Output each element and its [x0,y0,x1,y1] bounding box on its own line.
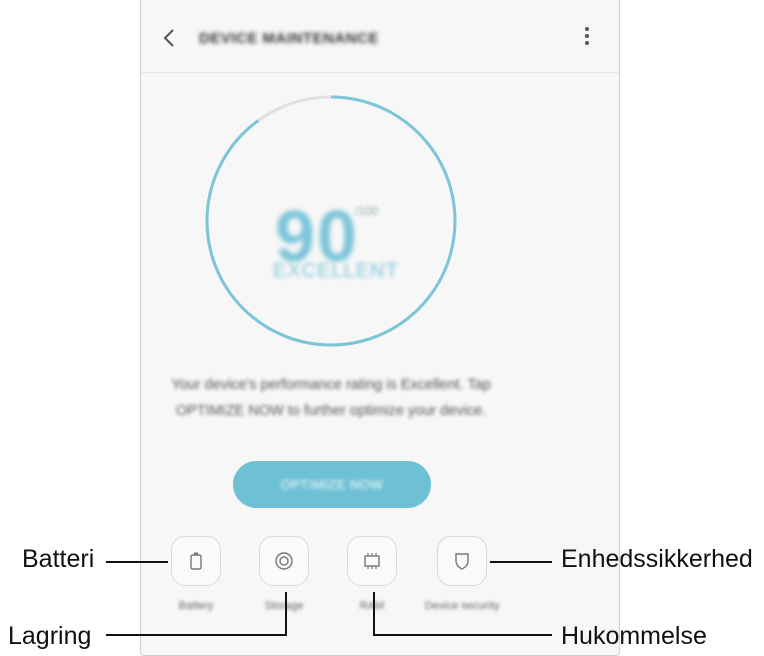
battery-label: Battery [178,600,214,612]
memory-callout-leader [373,592,375,636]
chevron-left-icon [163,29,174,47]
battery-callout-line [106,561,168,563]
storage-icon [275,552,293,570]
page-title: DEVICE MAINTENANCE [199,30,379,47]
battery-icon [190,552,202,570]
more-vert-icon [585,27,589,31]
battery-button[interactable] [171,536,221,586]
memory-callout: Hukommelse [561,622,707,650]
storage-callout-leader [285,592,287,636]
back-button[interactable] [163,28,179,48]
optimize-now-label: OPTIMIZE NOW [280,477,384,492]
battery-callout: Batteri [22,545,95,573]
app-bar: DEVICE MAINTENANCE [141,0,619,73]
score-unit: /100 [355,204,379,218]
score-status: EXCELLENT [273,260,399,282]
phone-screen: DEVICE MAINTENANCE 90 /100 EXCELLENT You… [140,0,620,656]
storage-button[interactable] [259,536,309,586]
shield-icon [455,553,469,570]
storage-label: Storage [264,600,304,612]
memory-chip-icon [364,553,380,569]
storage-callout-line [106,634,286,636]
more-options-button[interactable] [577,24,597,52]
optimize-now-button[interactable]: OPTIMIZE NOW [233,461,431,508]
storage-callout: Lagring [8,622,92,650]
security-callout-line [490,561,552,563]
performance-description: Your device's performance rating is Exce… [171,377,491,419]
memory-callout-line [374,634,552,636]
device-security-label: Device security [424,600,500,612]
security-callout: Enhedssikkerhed [561,545,753,573]
device-security-button[interactable] [437,536,487,586]
memory-button[interactable] [347,536,397,586]
memory-label: RAM [359,600,385,612]
